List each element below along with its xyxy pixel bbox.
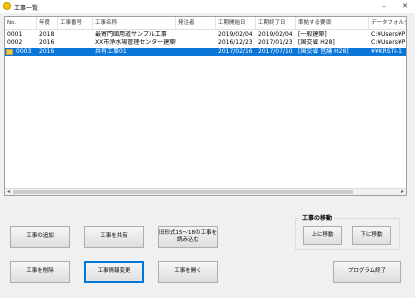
- cell-year: 2018: [39, 31, 55, 38]
- window-title: 工事一覧: [14, 5, 39, 12]
- cell-no: 0003: [16, 48, 32, 55]
- shared-folder-icon: [6, 49, 13, 55]
- cell-start-date: 2019/02/04: [218, 31, 253, 38]
- cell-data-folder: C:¥Users¥P: [371, 31, 406, 38]
- column-header-standard[interactable]: 準拠する要領: [296, 17, 369, 29]
- title-bar: 工事一覧 – ✕: [0, 0, 415, 13]
- cell-data-folder: C:¥Users¥P: [371, 39, 406, 46]
- add-project-button[interactable]: 工事の追加: [10, 226, 70, 248]
- move-project-group-title: 工事の移動: [300, 213, 335, 222]
- delete-project-button[interactable]: 工事を削除: [10, 261, 70, 283]
- table-header: No. 年度 工事番号 工事名称 発注者 工期開始日 工期終了日 準拠する要領 …: [5, 17, 406, 30]
- column-header-project-number[interactable]: 工事番号: [58, 17, 93, 29]
- table-row-selected[interactable]: 0003 2016 共有工事01 2017/02/16 2017/07/10 […: [5, 48, 406, 56]
- cell-standard: [一般建築]: [298, 31, 327, 38]
- column-header-start-date[interactable]: 工期開始日: [216, 17, 256, 29]
- cell-project-name: XX市浄水場管理センター建築物: [95, 39, 176, 46]
- move-down-button[interactable]: 下に移動: [352, 226, 391, 245]
- cell-no: 0001: [7, 31, 23, 38]
- cell-client: [176, 39, 216, 47]
- column-header-year[interactable]: 年度: [37, 17, 58, 29]
- cell-data-folder: ¥¥KRSTI-1: [371, 48, 402, 55]
- table-row[interactable]: 0001 2018 最寄門國用道サンプル工事 2019/02/04 2019/0…: [5, 31, 406, 39]
- cell-start-date: 2017/02/16: [218, 48, 253, 55]
- table-row[interactable]: 0002 2016 XX市浄水場管理センター建築物 2016/12/23 201…: [5, 39, 406, 47]
- column-header-client[interactable]: 発注者: [176, 17, 216, 29]
- cell-end-date: 2017/07/10: [258, 48, 293, 55]
- app-icon: [3, 2, 11, 10]
- cell-start-date: 2016/12/23: [218, 39, 253, 46]
- cell-client: [176, 48, 216, 56]
- cell-project-name: 最寄門國用道サンプル工事: [95, 31, 167, 38]
- minimize-icon[interactable]: –: [378, 1, 390, 11]
- share-project-button[interactable]: 工事を共有: [84, 226, 144, 248]
- column-header-end-date[interactable]: 工期終了日: [256, 17, 296, 29]
- cell-standard: [国交省 営繕 H28]: [298, 48, 349, 55]
- exit-program-button[interactable]: プログラム終了: [333, 261, 401, 283]
- horizontal-scrollbar[interactable]: ◂ ▸: [5, 188, 406, 195]
- move-up-button[interactable]: 上に移動: [303, 226, 342, 245]
- open-project-button[interactable]: 工事を開く: [158, 261, 218, 283]
- cell-year: 2016: [39, 48, 55, 55]
- scrollbar-thumb[interactable]: [13, 190, 353, 194]
- cell-client: [176, 31, 216, 39]
- cell-project-number: [58, 39, 93, 47]
- cell-project-name: 共有工事01: [95, 48, 127, 55]
- scroll-right-icon[interactable]: ▸: [401, 188, 404, 195]
- cell-project-number: [58, 31, 93, 39]
- close-icon[interactable]: ✕: [399, 1, 411, 11]
- column-header-data-folder[interactable]: データフォルダ: [369, 17, 406, 29]
- load-old-format-button[interactable]: 旧形式15～18の工事を読み込む: [158, 226, 218, 248]
- construction-list-window: 工事一覧 – ✕ No. 年度 工事番号 工事名称 発注者 工期開始日 工期終了…: [0, 0, 415, 298]
- change-project-info-button[interactable]: 工事情報変更: [84, 261, 144, 283]
- construction-list-table[interactable]: No. 年度 工事番号 工事名称 発注者 工期開始日 工期終了日 準拠する要領 …: [4, 16, 407, 196]
- cell-project-number: [58, 48, 93, 56]
- column-header-project-name[interactable]: 工事名称: [93, 17, 176, 29]
- scroll-left-icon[interactable]: ◂: [7, 188, 10, 195]
- cell-no: 0002: [7, 39, 23, 46]
- cell-end-date: 2017/01/23: [258, 39, 293, 46]
- cell-year: 2016: [39, 39, 55, 46]
- cell-standard: [国交省 H28]: [298, 39, 335, 46]
- cell-end-date: 2019/02/04: [258, 31, 293, 38]
- column-header-no[interactable]: No.: [5, 17, 37, 29]
